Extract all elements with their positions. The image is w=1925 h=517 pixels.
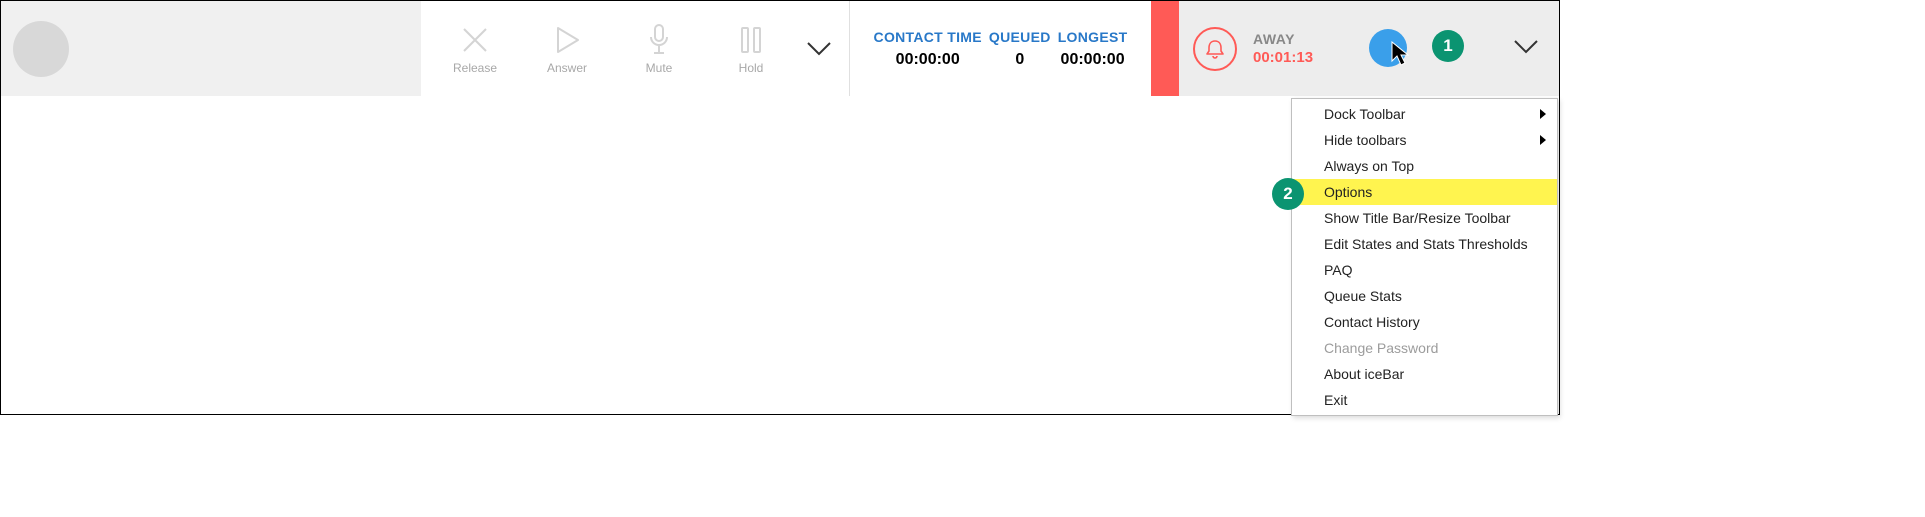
toolbar: Release Answer Mute Hold	[1, 1, 1559, 96]
hold-button[interactable]: Hold	[705, 9, 797, 89]
menu-item-label: Exit	[1324, 392, 1347, 408]
menu-item-label: Contact History	[1324, 314, 1420, 330]
context-menu: Dock Toolbar Hide toolbars Always on Top…	[1291, 98, 1558, 416]
chevron-down-icon	[806, 41, 832, 57]
stat-value: 00:00:00	[1061, 51, 1125, 69]
menu-item-label: Queue Stats	[1324, 288, 1402, 304]
stat-longest: LONGEST 00:00:00	[1058, 29, 1128, 69]
stat-label: LONGEST	[1058, 29, 1128, 45]
menu-exit[interactable]: Exit	[1292, 387, 1557, 413]
submenu-arrow-icon	[1539, 108, 1547, 120]
answer-label: Answer	[547, 61, 587, 75]
chevron-down-icon	[1513, 39, 1539, 55]
mute-label: Mute	[646, 61, 673, 75]
stat-label: QUEUED	[989, 29, 1051, 45]
menu-item-label: About iceBar	[1324, 366, 1404, 382]
answer-icon	[550, 23, 584, 57]
menu-item-label: Hide toolbars	[1324, 132, 1407, 148]
release-button[interactable]: Release	[429, 9, 521, 89]
avatar[interactable]	[13, 21, 69, 77]
menu-show-title-bar[interactable]: Show Title Bar/Resize Toolbar	[1292, 205, 1557, 231]
actions-dropdown[interactable]	[797, 41, 841, 57]
hold-label: Hold	[739, 61, 764, 75]
menu-edit-states[interactable]: Edit States and Stats Thresholds	[1292, 231, 1557, 257]
menu-always-on-top[interactable]: Always on Top	[1292, 153, 1557, 179]
menu-options[interactable]: Options	[1292, 179, 1557, 205]
answer-button[interactable]: Answer	[521, 9, 613, 89]
actions-panel: Release Answer Mute Hold	[421, 1, 850, 96]
release-icon	[458, 23, 492, 57]
hold-icon	[734, 23, 768, 57]
submenu-arrow-icon	[1539, 134, 1547, 146]
menu-queue-stats[interactable]: Queue Stats	[1292, 283, 1557, 309]
status-dropdown[interactable]	[1513, 39, 1539, 55]
menu-paq[interactable]: PAQ	[1292, 257, 1557, 283]
annotation-badge-1: 1	[1432, 30, 1464, 62]
menu-item-label: Dock Toolbar	[1324, 106, 1405, 122]
menu-item-label: Show Title Bar/Resize Toolbar	[1324, 210, 1511, 226]
mute-icon	[642, 23, 676, 57]
release-label: Release	[453, 61, 497, 75]
app-window: Release Answer Mute Hold	[0, 0, 1560, 415]
stats-panel: CONTACT TIME 00:00:00 QUEUED 0 LONGEST 0…	[850, 1, 1151, 96]
menu-about[interactable]: About iceBar	[1292, 361, 1557, 387]
stat-label: CONTACT TIME	[874, 29, 982, 45]
menu-item-label: Change Password	[1324, 340, 1438, 356]
cursor-icon	[1391, 41, 1411, 67]
menu-item-label: Always on Top	[1324, 158, 1414, 174]
alert-strip	[1151, 1, 1179, 96]
stat-value: 00:00:00	[896, 51, 960, 69]
menu-contact-history[interactable]: Contact History	[1292, 309, 1557, 335]
menu-change-password: Change Password	[1292, 335, 1557, 361]
status-bell-icon[interactable]	[1193, 27, 1237, 71]
status-time: 00:01:13	[1253, 49, 1313, 66]
left-panel	[1, 1, 421, 96]
menu-dock-toolbar[interactable]: Dock Toolbar	[1292, 101, 1557, 127]
status-label: AWAY	[1253, 31, 1313, 47]
status-panel: AWAY 00:01:13	[1179, 1, 1559, 96]
menu-item-label: Options	[1324, 184, 1372, 200]
menu-item-label: Edit States and Stats Thresholds	[1324, 236, 1528, 252]
stat-queued: QUEUED 0	[989, 29, 1051, 69]
annotation-badge-2: 2	[1272, 178, 1304, 210]
menu-hide-toolbars[interactable]: Hide toolbars	[1292, 127, 1557, 153]
status-text: AWAY 00:01:13	[1253, 31, 1313, 66]
mute-button[interactable]: Mute	[613, 9, 705, 89]
stat-contact-time: CONTACT TIME 00:00:00	[874, 29, 982, 69]
stat-value: 0	[1015, 51, 1024, 69]
menu-item-label: PAQ	[1324, 262, 1353, 278]
